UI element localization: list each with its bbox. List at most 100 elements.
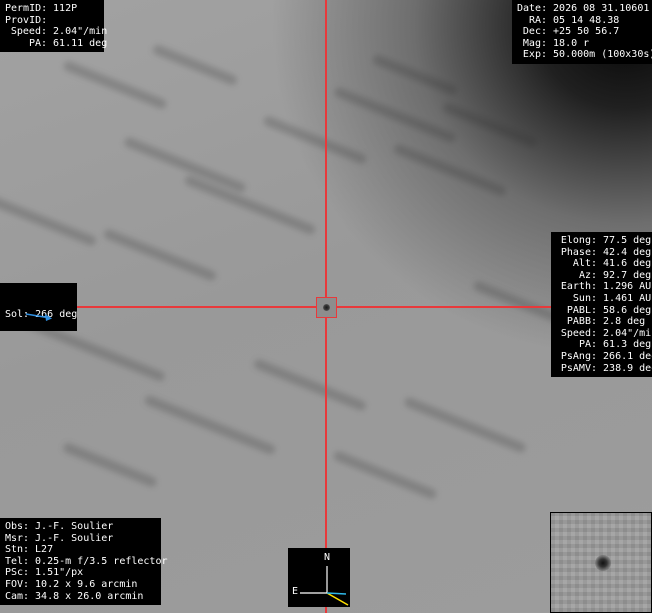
info-row: Stn: L27	[5, 544, 156, 556]
info-value: 34.8 x 26.0 arcmin	[35, 590, 144, 602]
info-row: PermID: 112P	[5, 3, 99, 15]
info-label: Elong:	[560, 235, 597, 246]
info-row: PsAMV: 238.9 deg	[556, 362, 652, 375]
star-trail	[392, 142, 508, 198]
info-label: PermID:	[5, 3, 48, 14]
info-label: PABL:	[566, 304, 597, 316]
info-label: RA:	[528, 14, 547, 26]
info-value: 112P	[53, 3, 78, 14]
compass-icon	[300, 566, 349, 606]
info-label: Alt:	[572, 258, 597, 270]
info-row: PABB: 2.8 deg	[556, 316, 647, 328]
info-label: PA:	[28, 37, 47, 49]
star-trail	[332, 86, 458, 144]
info-row: PsAng: 266.1 deg	[556, 350, 652, 363]
info-value: 1.296 AU	[603, 281, 652, 293]
info-row: PA: 61.11 deg	[5, 37, 107, 50]
star-trail	[102, 227, 218, 283]
info-value: 10.2 x 9.6 arcmin	[35, 578, 138, 590]
info-label: Obs:	[5, 521, 30, 532]
info-value: 58.6 deg	[603, 304, 652, 316]
info-label: PsAng:	[560, 350, 597, 362]
star-trail	[151, 43, 239, 87]
star-trail	[143, 394, 277, 456]
star-trail	[402, 396, 528, 454]
info-value: 50.000m (100x30s)	[553, 49, 652, 61]
info-row: Sun: 1.461 AU	[556, 292, 651, 305]
info-value: 42.4 deg	[603, 246, 652, 258]
info-value: 238.9 deg	[603, 362, 652, 374]
info-row: Mag: 18.0 r	[517, 38, 647, 50]
info-value: 18.0 r	[553, 37, 590, 49]
info-value: 1.461 AU	[603, 292, 652, 304]
info-label: Dec:	[522, 26, 547, 38]
object-info-panel: PermID: 112P ProvID: Speed: 2.04"/min PA: …	[0, 0, 107, 53]
info-row: Obs: J.-F. Soulier	[5, 521, 156, 533]
info-row: Speed: 2.04"/min	[556, 327, 652, 340]
star-trail	[371, 53, 459, 97]
info-label: Phase:	[560, 246, 597, 258]
compass-panel: N E	[288, 548, 350, 607]
info-value: J.-F. Soulier	[35, 521, 114, 532]
info-label: Mag:	[522, 37, 547, 49]
info-label: PSc:	[5, 567, 30, 579]
info-label: Speed:	[10, 26, 47, 38]
info-row: Cam: 34.8 x 26.0 arcmin	[5, 591, 156, 603]
info-row: Phase: 42.4 deg	[556, 246, 651, 259]
info-value: +25 50 56.7	[553, 26, 620, 38]
star-trail	[0, 192, 98, 248]
info-label: Az:	[578, 269, 597, 281]
info-row: Speed: 2.04"/min	[5, 26, 107, 38]
comet-nucleus	[323, 304, 330, 311]
star-trail	[441, 101, 539, 149]
star-trail	[122, 136, 248, 194]
star-trail	[332, 449, 438, 501]
info-label: Date:	[517, 3, 548, 14]
info-label: FOV:	[5, 578, 30, 590]
info-label: PsAMV:	[560, 362, 597, 374]
info-value: 1.51"/px	[35, 567, 84, 579]
info-value: 2.8 deg	[603, 316, 646, 328]
info-row: Tel: 0.25-m f/3.5 reflector	[5, 555, 167, 568]
info-row: Az: 92.7 deg	[556, 269, 651, 282]
info-label: Msr:	[5, 532, 30, 544]
astrometry-image: PermID: 112P ProvID: Speed: 2.04"/min PA: …	[0, 0, 652, 613]
info-value: 05 14 48.38	[553, 14, 620, 26]
sun-direction-arrow-icon	[25, 313, 52, 321]
info-value: 2.04"/min	[53, 26, 108, 38]
info-row: ProvID:	[5, 15, 99, 27]
star-trail	[183, 174, 317, 236]
info-value: 0.25-m f/3.5 reflector	[35, 555, 168, 567]
info-row: Dec: +25 50 56.7	[517, 26, 647, 38]
star-trail	[262, 114, 368, 166]
star-trail	[252, 357, 368, 413]
zoom-nucleus	[595, 555, 611, 571]
info-label: Sun:	[572, 292, 597, 304]
info-label: Tel:	[5, 555, 30, 567]
info-value: 77.5 deg	[603, 235, 652, 246]
info-row: PABL: 58.6 deg	[556, 304, 651, 317]
star-trail	[61, 441, 159, 489]
observer-info-panel: Obs: J.-F. Soulier Msr: J.-F. Soulier Stn:…	[0, 518, 167, 606]
info-row: Earth: 1.296 AU	[556, 281, 651, 293]
info-value: 266.1 deg	[603, 350, 652, 362]
info-value: 2026 08 31.10601	[553, 3, 650, 14]
info-label: Exp:	[522, 49, 547, 61]
info-row: Msr: J.-F. Soulier	[5, 533, 156, 545]
info-row: Alt: 41.6 deg	[556, 258, 651, 270]
info-label: Earth:	[560, 281, 597, 293]
geometry-info-panel: Elong: 77.5 deg Phase: 42.4 deg Alt: 41.6 …	[551, 232, 652, 378]
zoom-inset	[550, 512, 652, 613]
info-row: PSc: 1.51"/px	[5, 567, 156, 579]
info-label: PA:	[578, 339, 597, 351]
observation-info-panel: Date: 2026 08 31.10601 RA: 05 14 48.38 Dec…	[512, 0, 652, 64]
info-value: L27	[35, 544, 54, 556]
info-label: PABB:	[566, 316, 597, 328]
info-value: 92.7 deg	[603, 269, 652, 281]
star-trail	[62, 59, 168, 111]
info-value: 41.6 deg	[603, 258, 652, 270]
info-value: J.-F. Soulier	[35, 532, 114, 544]
info-label: Stn:	[5, 544, 30, 556]
info-label: Speed:	[560, 327, 597, 339]
info-row: RA: 05 14 48.38	[517, 15, 647, 27]
